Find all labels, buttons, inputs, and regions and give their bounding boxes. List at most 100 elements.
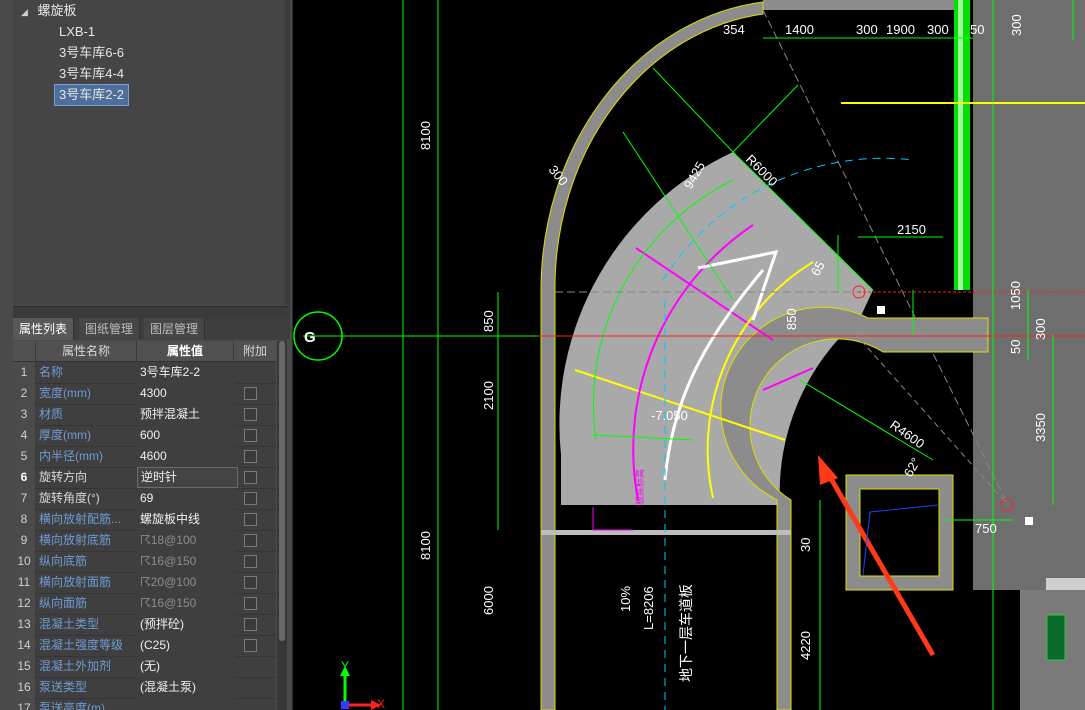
- panel-tabs: 属性列表 图纸管理 图层管理: [13, 318, 290, 340]
- property-value[interactable]: 预拌混凝土: [137, 404, 236, 425]
- property-row[interactable]: 17 泵送高度(m): [13, 698, 276, 710]
- extra-checkbox[interactable]: [244, 576, 257, 589]
- property-row[interactable]: 12 纵向面筋 ☈16@150: [13, 593, 276, 615]
- property-row[interactable]: 2 宽度(mm) 4300: [13, 383, 276, 405]
- row-index: 16: [13, 677, 35, 698]
- row-index: 12: [13, 593, 35, 614]
- tab-drawings[interactable]: 图纸管理: [79, 318, 141, 340]
- property-row[interactable]: 9 横向放射底筋 ☈18@100: [13, 530, 276, 552]
- tree-item[interactable]: LXB-1: [59, 22, 95, 42]
- property-value[interactable]: ☈16@150: [137, 593, 236, 614]
- cad-green-block: [1046, 614, 1066, 661]
- property-value[interactable]: ☈20@100: [137, 572, 236, 593]
- property-name: 厚度(mm): [39, 428, 91, 442]
- property-value[interactable]: ☈16@150: [137, 551, 236, 572]
- property-row[interactable]: 1 名称 3号车库2-2: [13, 362, 276, 384]
- property-name: 纵向底筋: [39, 554, 88, 568]
- row-index: 8: [13, 509, 35, 530]
- cad-beam: [541, 530, 791, 535]
- property-value[interactable]: [137, 698, 236, 710]
- property-value[interactable]: 69: [137, 488, 236, 509]
- extra-checkbox[interactable]: [244, 534, 257, 547]
- grid-scroll-thumb[interactable]: [279, 341, 285, 641]
- extra-checkbox[interactable]: [244, 492, 257, 505]
- property-row[interactable]: 15 混凝土外加剂 (无): [13, 656, 276, 678]
- extra-checkbox[interactable]: [244, 408, 257, 421]
- row-index: 1: [13, 362, 35, 383]
- dim-text: 2100: [481, 381, 496, 410]
- property-row[interactable]: 4 厚度(mm) 600: [13, 425, 276, 447]
- ucs-y-label: Y: [341, 659, 349, 673]
- property-value[interactable]: 4300: [137, 383, 236, 404]
- slope-text: 10%: [618, 586, 633, 612]
- row-index: 5: [13, 446, 35, 467]
- row-index: 14: [13, 635, 35, 656]
- extra-checkbox[interactable]: [244, 471, 257, 484]
- property-row[interactable]: 6 旋转方向 逆时针: [13, 467, 276, 489]
- row-index: 17: [13, 698, 35, 710]
- grid-scrollbar[interactable]: [277, 341, 287, 710]
- property-value[interactable]: 4600: [137, 446, 236, 467]
- tree-scrollbar[interactable]: [285, 0, 290, 305]
- tree-item-selected[interactable]: 3号车库2-2: [54, 84, 130, 106]
- property-value[interactable]: (C25): [137, 635, 236, 656]
- property-value[interactable]: (预拌砼): [137, 614, 236, 635]
- cad-hatch-leader: [592, 507, 633, 531]
- row-index: 13: [13, 614, 35, 635]
- property-value[interactable]: (混凝土泵): [137, 677, 236, 698]
- tab-layers[interactable]: 图层管理: [144, 318, 206, 340]
- property-row[interactable]: 10 纵向底筋 ☈16@150: [13, 551, 276, 573]
- property-row[interactable]: 14 混凝土强度等级 (C25): [13, 635, 276, 657]
- tab-properties[interactable]: 属性列表: [13, 318, 75, 340]
- extra-checkbox[interactable]: [244, 450, 257, 463]
- cad-blue-line: [862, 504, 939, 576]
- property-value[interactable]: ☈18@100: [137, 530, 236, 551]
- dim-text: 850: [784, 308, 799, 330]
- dim-text: 300: [856, 22, 878, 37]
- dim-text: 2150: [897, 222, 926, 237]
- property-name: 纵向面筋: [39, 596, 88, 610]
- tree-item[interactable]: 3号车库4-4: [59, 64, 124, 84]
- row-index: 10: [13, 551, 35, 572]
- extra-checkbox[interactable]: [244, 555, 257, 568]
- component-tree: ◢ 螺旋板 LXB-1 3号车库6-6 3号车库4-4 3号车库2-2: [13, 0, 290, 305]
- expand-arrow-icon[interactable]: ◢: [21, 7, 28, 17]
- dim-text: 50: [970, 22, 984, 37]
- dim-text: 300: [1009, 14, 1024, 36]
- property-row[interactable]: 7 旋转角度(°) 69: [13, 488, 276, 510]
- tree-item[interactable]: 3号车库6-6: [59, 43, 124, 63]
- tree-root[interactable]: ◢ 螺旋板: [21, 1, 77, 21]
- property-row[interactable]: 8 横向放射配筋... 螺旋板中线: [13, 509, 276, 531]
- dim-text: 1900: [886, 22, 915, 37]
- property-name: 泵送高度(m): [39, 701, 105, 710]
- extra-checkbox[interactable]: [244, 429, 257, 442]
- ucs-x-label: X: [377, 697, 385, 710]
- property-name: 混凝土强度等级: [39, 638, 124, 652]
- extra-checkbox[interactable]: [244, 387, 257, 400]
- length-text: L=8206: [641, 586, 656, 630]
- property-row[interactable]: 3 材质 预拌混凝土: [13, 404, 276, 426]
- property-row[interactable]: 16 泵送类型 (混凝土泵): [13, 677, 276, 699]
- property-row[interactable]: 13 混凝土类型 (预拌砼): [13, 614, 276, 636]
- property-value[interactable]: 3号车库2-2: [137, 362, 236, 383]
- property-name: 材质: [39, 407, 64, 421]
- extra-checkbox[interactable]: [244, 513, 257, 526]
- property-row[interactable]: 5 内半径(mm) 4600: [13, 446, 276, 468]
- property-value[interactable]: 600: [137, 425, 236, 446]
- cad-green-strip-inner: [958, 0, 963, 290]
- property-name: 泵送类型: [39, 680, 88, 694]
- extra-checkbox[interactable]: [244, 618, 257, 631]
- property-row[interactable]: 11 横向放射面筋 ☈20@100: [13, 572, 276, 594]
- extra-checkbox[interactable]: [244, 639, 257, 652]
- header-value: 属性值: [137, 341, 234, 362]
- dim-text: 1050: [1008, 281, 1023, 310]
- property-value[interactable]: 螺旋板中线: [137, 509, 236, 530]
- row-index: 7: [13, 488, 35, 509]
- extra-checkbox[interactable]: [244, 597, 257, 610]
- property-value[interactable]: 逆时针: [137, 467, 238, 488]
- row-index: 2: [13, 383, 35, 404]
- dim-text: R4600: [887, 417, 927, 451]
- property-name: 宽度(mm): [39, 386, 91, 400]
- property-value[interactable]: (无): [137, 656, 236, 677]
- cad-canvas[interactable]: 354 1400 300 1900 300 50 300 8100 850 21…: [293, 0, 1085, 710]
